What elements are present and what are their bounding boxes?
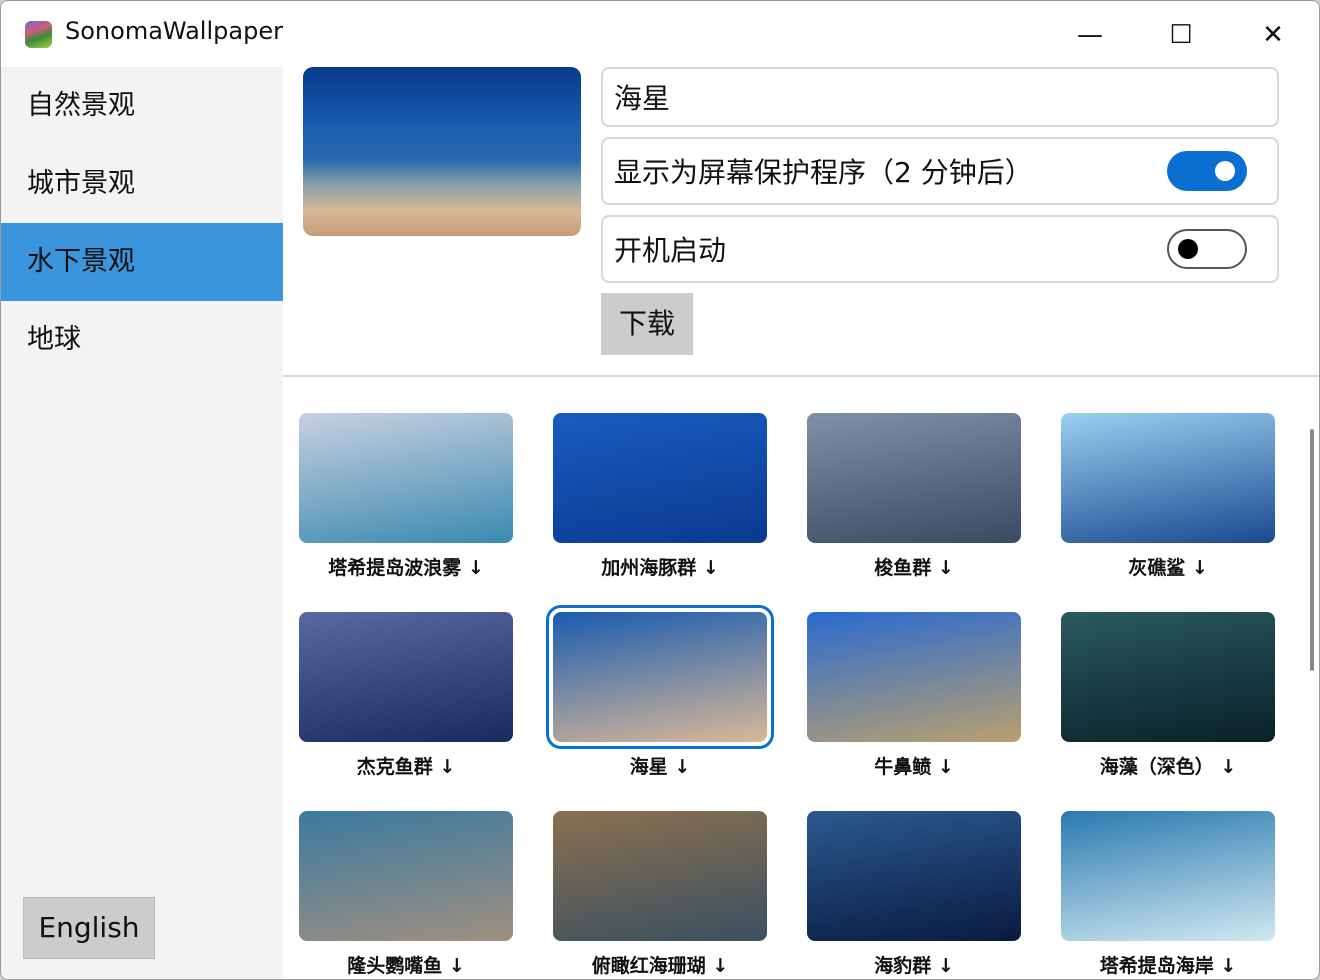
wallpaper-thumbnail[interactable] [807,811,1021,941]
wallpaper-label[interactable]: 海豹群 ↓ [807,951,1021,978]
wallpaper-label[interactable]: 梭鱼群 ↓ [807,553,1021,580]
wallpaper-thumbnail[interactable] [1061,612,1275,742]
wallpaper-card[interactable]: 加州海豚群 ↓ [553,413,767,580]
wallpaper-card[interactable]: 梭鱼群 ↓ [807,413,1021,580]
wallpaper-label[interactable]: 杰克鱼群 ↓ [299,752,513,779]
wallpaper-label[interactable]: 塔希提岛海岸 ↓ [1061,951,1275,978]
wallpaper-card[interactable]: 塔希提岛波浪雾 ↓ [299,413,513,580]
sidebar-item-earth[interactable]: 地球 [1,301,283,379]
title-bar: SonomaWallpaper — ☐ ✕ [1,1,1319,67]
wallpaper-card[interactable]: 隆头鹦嘴鱼 ↓ [299,811,513,978]
name-value: 海星 [614,82,671,115]
wallpaper-card[interactable]: 俯瞰红海珊瑚 ↓ [553,811,767,978]
wallpaper-card[interactable]: 灰礁鲨 ↓ [1061,413,1275,580]
wallpaper-thumbnail[interactable] [553,811,767,941]
wallpaper-card[interactable]: 杰克鱼群 ↓ [299,612,513,779]
name-field[interactable]: 海星 [601,67,1279,127]
app-logo-icon [25,21,52,48]
screensaver-toggle[interactable] [1167,151,1247,191]
screensaver-label: 显示为屏幕保护程序（2 分钟后） [614,156,1033,189]
startup-label: 开机启动 [614,234,727,267]
wallpaper-card[interactable]: 海豹群 ↓ [807,811,1021,978]
screensaver-row: 显示为屏幕保护程序（2 分钟后） [601,137,1279,205]
wallpaper-thumbnail[interactable] [1061,413,1275,543]
wallpaper-label[interactable]: 灰礁鲨 ↓ [1061,553,1275,580]
wallpaper-label[interactable]: 隆头鹦嘴鱼 ↓ [299,951,513,978]
wallpaper-thumbnail[interactable] [546,605,774,749]
wallpaper-label[interactable]: 海星 ↓ [553,752,767,779]
wallpaper-card[interactable]: 海藻（深色） ↓ [1061,612,1275,779]
wallpaper-thumbnail[interactable] [1061,811,1275,941]
wallpaper-thumbnail[interactable] [299,413,513,543]
wallpaper-card[interactable]: 牛鼻鲼 ↓ [807,612,1021,779]
sidebar: 自然景观 城市景观 水下景观 地球 English [1,67,283,979]
startup-row: 开机启动 [601,215,1279,283]
wallpaper-label[interactable]: 海藻（深色） ↓ [1061,752,1275,779]
wallpaper-label[interactable]: 牛鼻鲼 ↓ [807,752,1021,779]
wallpaper-label[interactable]: 加州海豚群 ↓ [553,553,767,580]
divider [283,375,1319,377]
app-title: SonomaWallpaper [65,17,283,45]
maximize-button[interactable]: ☐ [1158,15,1204,55]
wallpaper-thumbnail[interactable] [807,413,1021,543]
startup-toggle[interactable] [1167,229,1247,269]
wallpaper-preview [303,67,581,236]
app-window: SonomaWallpaper — ☐ ✕ 自然景观 城市景观 水下景观 地球 … [0,0,1320,980]
close-button[interactable]: ✕ [1250,15,1296,55]
wallpaper-thumbnail[interactable] [299,811,513,941]
minimize-button[interactable]: — [1067,15,1113,55]
sidebar-item-city[interactable]: 城市景观 [1,145,283,223]
wallpaper-thumbnail[interactable] [807,612,1021,742]
wallpaper-card[interactable]: 海星 ↓ [546,605,774,779]
download-button[interactable]: 下载 [601,293,693,355]
wallpaper-thumbnail[interactable] [553,413,767,543]
wallpaper-label[interactable]: 塔希提岛波浪雾 ↓ [299,553,513,580]
language-button[interactable]: English [23,897,155,959]
sidebar-item-nature[interactable]: 自然景观 [1,67,283,145]
scrollbar[interactable] [1310,429,1314,671]
sidebar-item-underwater[interactable]: 水下景观 [1,223,283,301]
wallpaper-label[interactable]: 俯瞰红海珊瑚 ↓ [553,951,767,978]
wallpaper-card[interactable]: 塔希提岛海岸 ↓ [1061,811,1275,978]
wallpaper-thumbnail[interactable] [299,612,513,742]
